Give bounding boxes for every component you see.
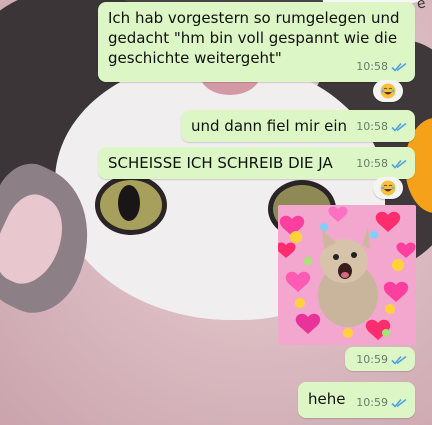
message-time: 10:59: [356, 396, 388, 409]
message-text: SCHEISSE ICH SCHREIB DIE JA: [108, 154, 333, 172]
message-meta: 10:59: [356, 393, 407, 413]
message-meta: 10:58: [356, 154, 407, 174]
laughing-emoji-icon: [380, 83, 396, 99]
outgoing-message[interactable]: SCHEISSE ICH SCHREIB DIE JA 10:58: [98, 147, 415, 179]
message-time: 10:58: [356, 157, 388, 170]
outgoing-message[interactable]: Ich hab vorgestern so rumgelegen und ged…: [98, 2, 415, 82]
sticker-meta-bubble: 10:59: [345, 347, 415, 371]
sticker-message[interactable]: [278, 205, 416, 345]
message-time: 10:58: [356, 120, 388, 133]
message-meta: 10:58: [356, 117, 407, 137]
read-ticks-icon: [391, 398, 407, 408]
screaming-kitten-sticker-icon: [278, 205, 416, 345]
laughing-emoji-icon: [380, 180, 396, 196]
message-meta: 10:59: [356, 353, 407, 366]
read-ticks-icon: [391, 159, 407, 169]
message-time: 10:59: [356, 353, 388, 366]
outgoing-message[interactable]: hehe 10:59: [298, 382, 415, 418]
read-ticks-icon: [391, 355, 407, 365]
message-meta: 10:58: [356, 57, 407, 77]
message-reaction[interactable]: [373, 80, 403, 102]
read-ticks-icon: [391, 122, 407, 132]
message-text: hehe: [308, 390, 346, 408]
read-ticks-icon: [391, 62, 407, 72]
wallpaper-cat-eye: [118, 185, 140, 221]
corner-text: e: [415, 0, 428, 13]
message-time: 10:58: [356, 60, 388, 73]
outgoing-message[interactable]: und dann fiel mir ein 10:58: [181, 110, 415, 142]
message-reaction[interactable]: [373, 177, 403, 199]
message-text: und dann fiel mir ein: [191, 117, 348, 135]
